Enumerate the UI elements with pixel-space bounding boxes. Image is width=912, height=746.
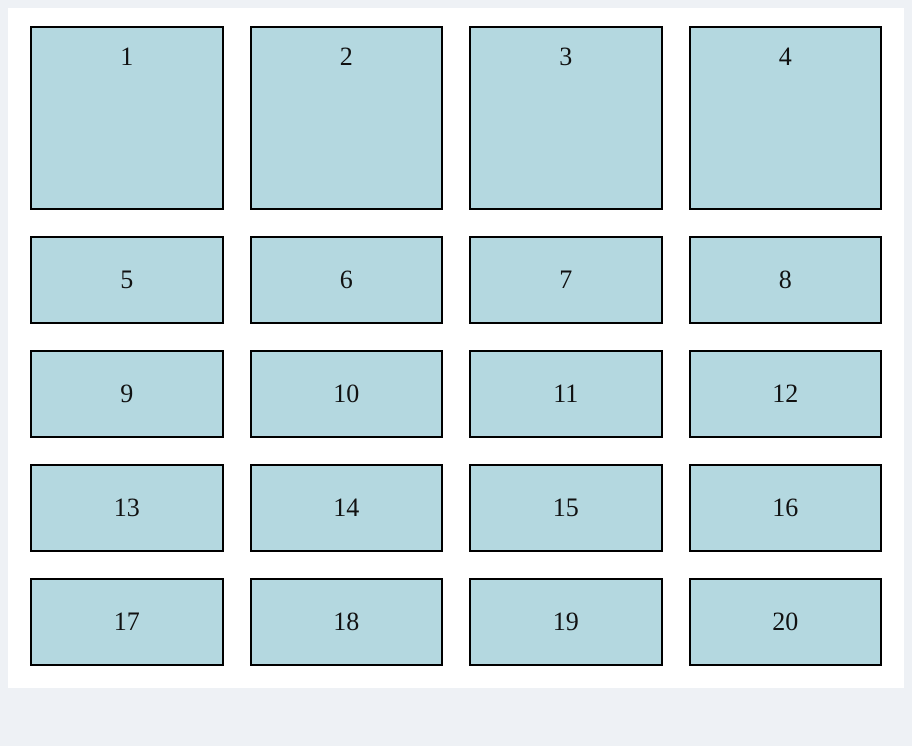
cell-label: 5 (120, 265, 133, 295)
grid-cell: 18 (250, 578, 444, 666)
grid-cell: 8 (689, 236, 883, 324)
grid-cell: 19 (469, 578, 663, 666)
grid-cell: 1 (30, 26, 224, 210)
grid-cell: 20 (689, 578, 883, 666)
cell-label: 20 (772, 607, 798, 637)
cell-label: 7 (559, 265, 572, 295)
grid-cell: 7 (469, 236, 663, 324)
cell-label: 9 (120, 379, 133, 409)
grid-row: 9 10 11 12 (30, 350, 882, 438)
grid-row: 13 14 15 16 (30, 464, 882, 552)
grid-cell: 5 (30, 236, 224, 324)
grid-cell: 17 (30, 578, 224, 666)
cell-label: 8 (779, 265, 792, 295)
grid-cell: 13 (30, 464, 224, 552)
grid: 1 2 3 4 5 6 7 8 9 10 11 12 13 14 15 16 1… (30, 26, 882, 666)
cell-label: 16 (772, 493, 798, 523)
cell-label: 3 (559, 42, 572, 208)
grid-cell: 6 (250, 236, 444, 324)
cell-label: 15 (553, 493, 579, 523)
grid-row: 5 6 7 8 (30, 236, 882, 324)
grid-cell: 9 (30, 350, 224, 438)
grid-panel: 1 2 3 4 5 6 7 8 9 10 11 12 13 14 15 16 1… (8, 8, 904, 688)
grid-cell: 15 (469, 464, 663, 552)
grid-row: 17 18 19 20 (30, 578, 882, 666)
cell-label: 13 (114, 493, 140, 523)
grid-cell: 12 (689, 350, 883, 438)
grid-cell: 16 (689, 464, 883, 552)
cell-label: 2 (340, 42, 353, 208)
grid-cell: 11 (469, 350, 663, 438)
cell-label: 6 (340, 265, 353, 295)
cell-label: 1 (120, 42, 133, 208)
cell-label: 17 (114, 607, 140, 637)
grid-cell: 4 (689, 26, 883, 210)
cell-label: 14 (333, 493, 359, 523)
grid-cell: 10 (250, 350, 444, 438)
cell-label: 19 (553, 607, 579, 637)
grid-cell: 14 (250, 464, 444, 552)
cell-label: 11 (553, 379, 578, 409)
grid-row: 1 2 3 4 (30, 26, 882, 210)
grid-cell: 3 (469, 26, 663, 210)
cell-label: 18 (333, 607, 359, 637)
grid-cell: 2 (250, 26, 444, 210)
cell-label: 10 (333, 379, 359, 409)
cell-label: 12 (772, 379, 798, 409)
cell-label: 4 (779, 42, 792, 208)
